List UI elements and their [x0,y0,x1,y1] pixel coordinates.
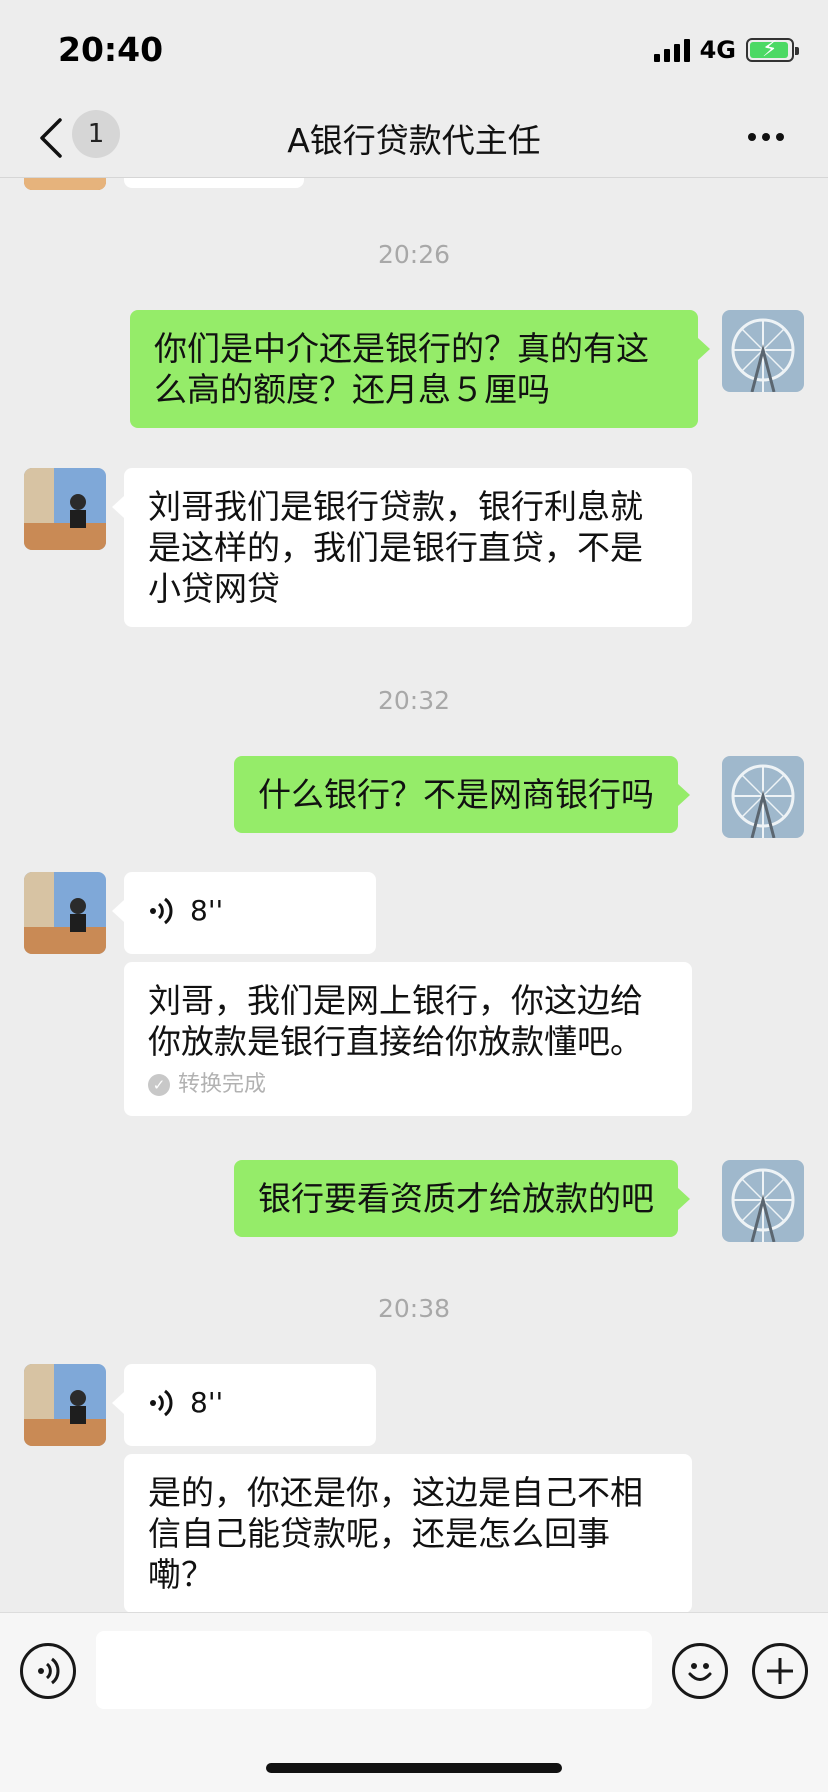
timestamp: 20:32 [377,686,451,715]
voice-message[interactable]: 8'' [112,872,376,954]
home-indicator [266,1763,562,1773]
status-indicators: 4G ⚡ [653,36,799,64]
signal-icon [653,38,690,62]
convert-status: ✓ 转换完成 [148,1072,668,1098]
contact-avatar[interactable] [24,468,106,550]
chat-title: A银行贷款代主任 [287,121,541,160]
my-avatar[interactable] [722,310,804,392]
check-icon: ✓ [148,1074,170,1096]
plus-icon[interactable] [752,1643,808,1699]
transcript-text: 刘哥，我们是网上银行，你这边给你放款是银行直接给你放款懂吧。 [148,981,643,1061]
contact-avatar[interactable] [24,872,106,954]
message-input[interactable] [96,1631,652,1709]
unread-badge[interactable]: 1 [72,110,120,158]
voice-wave-icon [148,896,176,926]
message-text: 刘哥我们是银行贷款，银行利息就是这样的，我们是银行直贷，不是小贷网贷 [148,487,643,608]
voice-transcript[interactable]: 是的，你还是你，这边是自己不相信自己能贷款呢，还是怎么回事嘞？ [124,1454,692,1612]
message-bubble-partial [124,178,304,188]
transcript-text: 是的，你还是你，这边是自己不相信自己能贷款呢，还是怎么回事嘞？ [148,1473,643,1594]
my-avatar[interactable] [722,1160,804,1242]
voice-transcript[interactable]: 刘哥，我们是网上银行，你这边给你放款是银行直接给你放款懂吧。 ✓ 转换完成 [124,962,692,1116]
voice-wave-icon [148,1388,176,1418]
contact-avatar[interactable] [24,178,106,190]
network-label: 4G [699,36,736,64]
timestamp: 20:38 [377,1294,451,1323]
message-bubble-outgoing[interactable]: 银行要看资质才给放款的吧 [234,1160,690,1237]
message-text: 什么银行？不是网商银行吗 [258,775,654,814]
timestamp: 20:26 [377,240,451,269]
message-text: 银行要看资质才给放款的吧 [258,1179,654,1218]
voice-message[interactable]: 8'' [112,1364,376,1446]
voice-duration: 8'' [190,1386,224,1419]
emoji-icon[interactable] [672,1643,728,1699]
contact-avatar[interactable] [24,1364,106,1446]
voice-input-icon[interactable] [20,1643,76,1699]
message-bubble-outgoing[interactable]: 你们是中介还是银行的？真的有这么高的额度？还月息５厘吗 [130,310,710,428]
message-text: 你们是中介还是银行的？真的有这么高的额度？还月息５厘吗 [154,329,649,409]
status-bar: 20:40 4G ⚡ [0,0,828,98]
battery-icon: ⚡ [746,38,799,62]
chevron-left-icon[interactable] [36,116,66,160]
voice-duration: 8'' [190,894,224,927]
message-list[interactable]: 20:26 你们是中介还是银行的？真的有这么高的额度？还月息５厘吗 刘哥我们是银… [0,178,828,1612]
input-bar [0,1612,828,1792]
convert-status-label: 转换完成 [178,1072,267,1097]
message-bubble-outgoing[interactable]: 什么银行？不是网商银行吗 [234,756,690,833]
status-time: 20:40 [58,30,164,69]
my-avatar[interactable] [722,756,804,838]
more-dots-icon[interactable] [748,122,788,152]
message-bubble-incoming[interactable]: 刘哥我们是银行贷款，银行利息就是这样的，我们是银行直贷，不是小贷网贷 [112,468,692,627]
chat-header: 1 A银行贷款代主任 [0,98,828,178]
